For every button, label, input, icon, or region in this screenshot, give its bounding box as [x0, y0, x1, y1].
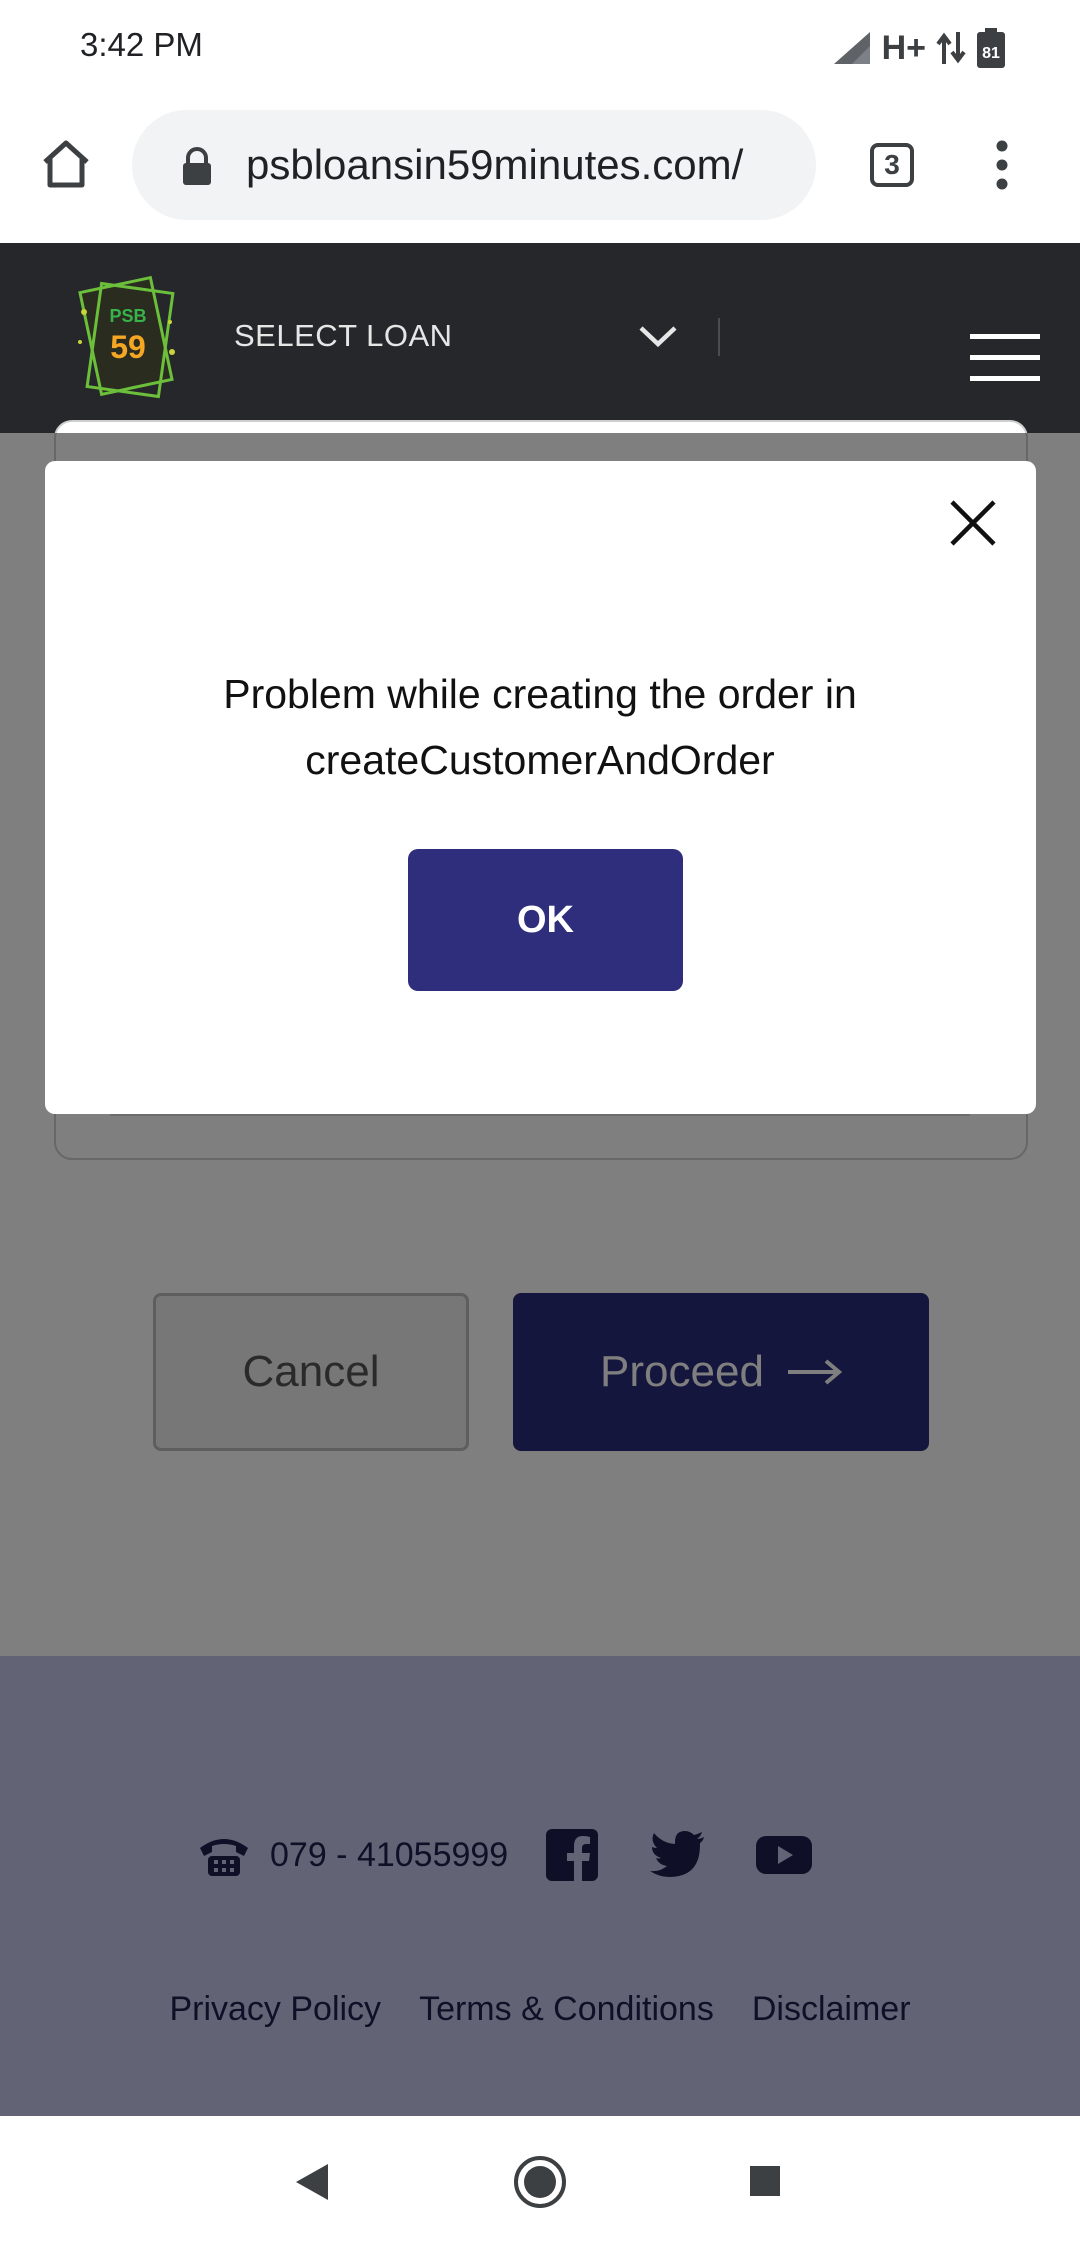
close-icon[interactable]	[948, 498, 998, 548]
status-icons: H+ 81	[832, 24, 1006, 72]
hamburger-menu-icon[interactable]	[970, 332, 1040, 384]
recents-icon[interactable]	[748, 2164, 782, 2198]
logo-psb-text: PSB	[109, 306, 146, 326]
home-circle-icon[interactable]	[512, 2154, 568, 2210]
battery-icon: 81	[977, 28, 1005, 68]
url-text[interactable]: psbloansin59minutes.com/	[246, 141, 743, 189]
home-icon[interactable]	[40, 138, 92, 190]
signal-icon	[833, 32, 870, 64]
status-time: 3:42 PM	[80, 26, 203, 63]
tab-switcher-button[interactable]: 3	[870, 143, 914, 187]
psb-logo[interactable]: PSB 59	[72, 272, 182, 402]
chevron-down-icon[interactable]	[638, 322, 678, 350]
error-message: Problem while creating the order in crea…	[223, 671, 857, 783]
logo-59-text: 59	[110, 329, 146, 365]
battery-level: 81	[982, 45, 1000, 62]
network-type: H+	[881, 28, 926, 67]
ok-button[interactable]: OK	[408, 849, 683, 991]
ok-button-label: OK	[517, 898, 574, 941]
lock-icon[interactable]	[180, 146, 214, 186]
back-icon[interactable]	[294, 2162, 330, 2202]
select-loan-dropdown[interactable]: SELECT LOAN	[234, 318, 453, 354]
header-divider	[718, 318, 720, 356]
data-transfer-icon	[936, 32, 966, 64]
more-options-icon[interactable]	[992, 140, 1012, 190]
